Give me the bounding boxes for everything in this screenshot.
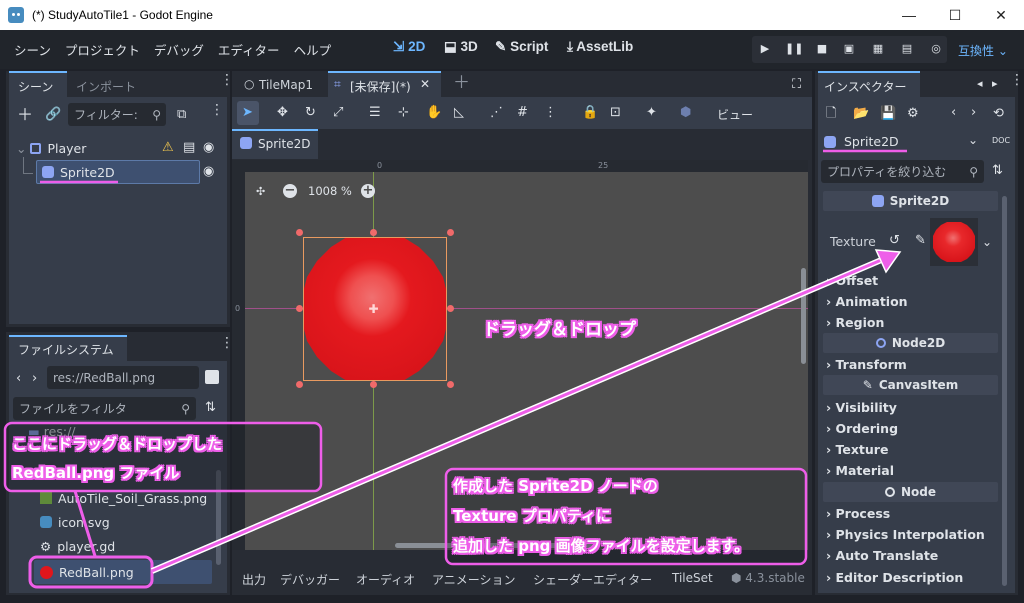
annotation-left-line1: ここにドラッグ＆ドロップした (12, 435, 223, 453)
annotation-right-line2: Texture プロパティに (453, 507, 611, 525)
annotation-left-line2: RedBall.png ファイル (12, 464, 180, 482)
annotation-right-line3: 追加した png 画像ファイルを設定します。 (453, 537, 750, 555)
annotation-drag-drop: ドラッグ＆ドロップ (483, 320, 636, 340)
annotation-right-line1: 作成した Sprite2D ノードの (453, 477, 658, 495)
